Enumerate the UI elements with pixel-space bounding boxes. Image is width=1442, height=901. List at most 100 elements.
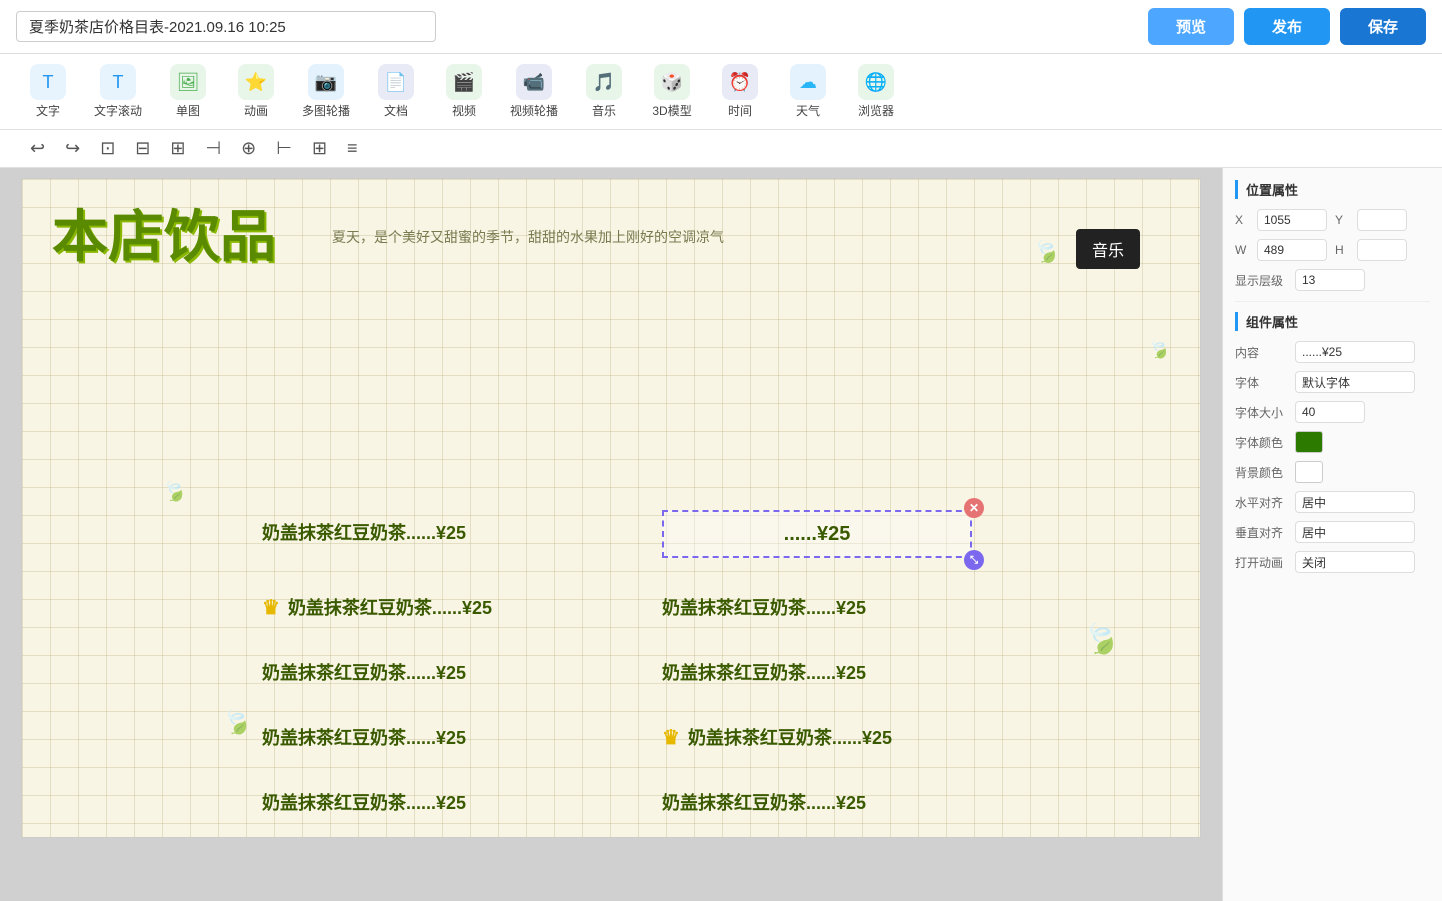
anim-input[interactable]: [1295, 551, 1415, 573]
valign-label: 垂直对齐: [1235, 524, 1295, 541]
menu-row-3: 奶盖抹茶红豆奶茶......¥25 奶盖抹茶红豆奶茶......¥25: [262, 659, 1132, 685]
tool-icon-multi-img: 📷: [308, 64, 344, 100]
resize-handle[interactable]: ⤡: [964, 550, 984, 570]
menu-item-left-5[interactable]: 奶盖抹茶红豆奶茶......¥25: [262, 789, 642, 815]
fontsize-label: 字体大小: [1235, 404, 1295, 421]
panel-divider-1: [1235, 301, 1430, 302]
canvas-title[interactable]: 本店饮品: [52, 209, 276, 265]
align-center-v-button[interactable]: ⊕: [235, 134, 262, 163]
tool-icon-text: T: [30, 64, 66, 100]
distribute-v-button[interactable]: ≡: [341, 134, 364, 163]
tool-item-browser[interactable]: 🌐 浏览器: [844, 60, 908, 123]
tool-icon-model3d: 🎲: [654, 64, 690, 100]
component-section-title: 组件属性: [1235, 312, 1430, 331]
undo-button[interactable]: ↩: [24, 134, 51, 163]
valign-row: 垂直对齐: [1235, 521, 1430, 543]
bgcolor-label: 背景颜色: [1235, 464, 1295, 481]
tool-icon-doc: 📄: [378, 64, 414, 100]
font-label: 字体: [1235, 374, 1295, 391]
position-section-title: 位置属性: [1235, 180, 1430, 199]
crown-icon-4: ♛: [662, 727, 680, 749]
tool-icon-anim: ⭐: [238, 64, 274, 100]
menu-row-2: ♛奶盖抹茶红豆奶茶......¥25 奶盖抹茶红豆奶茶......¥25: [262, 594, 1132, 620]
save-button[interactable]: 保存: [1340, 8, 1426, 45]
tool-item-text-scroll[interactable]: T 文字滚动: [84, 60, 152, 123]
tool-item-anim[interactable]: ⭐ 动画: [224, 60, 288, 123]
publish-button[interactable]: 发布: [1244, 8, 1330, 45]
tool-label-video: 视频: [452, 102, 476, 119]
content-label: 内容: [1235, 344, 1295, 361]
canvas-subtitle[interactable]: 夏天，是个美好又甜蜜的季节，甜甜的水果加上刚好的空调凉气: [332, 227, 832, 247]
toolbar: T 文字 T 文字滚动 🖼 单图 ⭐ 动画 📷 多图轮播 📄 文档 🎬 视频 📹…: [0, 54, 1442, 130]
fontcolor-swatch[interactable]: [1295, 431, 1323, 453]
align-bottom-button[interactable]: ⊞: [164, 134, 191, 163]
menu-item-left-2[interactable]: ♛奶盖抹茶红豆奶茶......¥25: [262, 594, 642, 620]
tool-item-music[interactable]: 🎵 音乐: [572, 60, 636, 123]
align-right-button[interactable]: ⊢: [270, 134, 298, 163]
tool-item-text[interactable]: T 文字: [16, 60, 80, 123]
canvas-container[interactable]: 本店饮品 夏天，是个美好又甜蜜的季节，甜甜的水果加上刚好的空调凉气 音乐 🍃 🍃…: [0, 168, 1222, 901]
x-input[interactable]: [1257, 209, 1327, 231]
layer-input[interactable]: [1295, 269, 1365, 291]
menu-item-left-1[interactable]: 奶盖抹茶红豆奶茶......¥25: [262, 519, 642, 545]
fontsize-input[interactable]: [1295, 401, 1365, 423]
crown-icon-2: ♛: [262, 597, 280, 619]
tool-item-model3d[interactable]: 🎲 3D模型: [640, 60, 704, 123]
redo-button[interactable]: ↪: [59, 134, 86, 163]
distribute-h-button[interactable]: ⊞: [306, 134, 333, 163]
tool-item-single-img[interactable]: 🖼 单图: [156, 60, 220, 123]
halign-row: 水平对齐: [1235, 491, 1430, 513]
align-left-button[interactable]: ⊣: [199, 134, 227, 163]
tool-icon-browser: 🌐: [858, 64, 894, 100]
tool-item-doc[interactable]: 📄 文档: [364, 60, 428, 123]
layer-label: 显示层级: [1235, 272, 1295, 289]
tool-label-weather: 天气: [796, 102, 820, 119]
tool-icon-text-scroll: T: [100, 64, 136, 100]
tool-item-multi-img[interactable]: 📷 多图轮播: [292, 60, 360, 123]
font-input[interactable]: [1295, 371, 1415, 393]
h-label: H: [1335, 243, 1349, 257]
align-center-h-button[interactable]: ⊟: [129, 134, 156, 163]
selected-box[interactable]: ✕ ......¥25 ⤡: [662, 510, 972, 558]
tool-item-weather[interactable]: ☁ 天气: [776, 60, 840, 123]
tool-label-multi-img: 多图轮播: [302, 102, 350, 119]
fontcolor-row: 字体颜色: [1235, 431, 1430, 453]
x-label: X: [1235, 213, 1249, 227]
music-badge[interactable]: 音乐: [1076, 229, 1140, 269]
valign-input[interactable]: [1295, 521, 1415, 543]
menu-item-left-4[interactable]: 奶盖抹茶红豆奶茶......¥25: [262, 724, 642, 750]
tool-label-text-scroll: 文字滚动: [94, 102, 142, 119]
tool-label-text: 文字: [36, 102, 60, 119]
tool-label-doc: 文档: [384, 102, 408, 119]
menu-item-right-5[interactable]: 奶盖抹茶红豆奶茶......¥25: [642, 789, 1132, 815]
menu-item-left-3[interactable]: 奶盖抹茶红豆奶茶......¥25: [262, 659, 642, 685]
w-input[interactable]: [1257, 239, 1327, 261]
tool-item-video[interactable]: 🎬 视频: [432, 60, 496, 123]
bgcolor-row: 背景颜色: [1235, 461, 1430, 483]
tool-item-carousel[interactable]: 📹 视频轮播: [500, 60, 568, 123]
tool-label-anim: 动画: [244, 102, 268, 119]
h-input[interactable]: [1357, 239, 1407, 261]
menu-item-right-2[interactable]: 奶盖抹茶红豆奶茶......¥25: [642, 594, 1132, 620]
title-input[interactable]: [16, 11, 436, 42]
menu-row-5: 奶盖抹茶红豆奶茶......¥25 奶盖抹茶红豆奶茶......¥25: [262, 789, 1132, 815]
tool-label-time: 时间: [728, 102, 752, 119]
y-input[interactable]: [1357, 209, 1407, 231]
bgcolor-swatch[interactable]: [1295, 461, 1323, 483]
preview-button[interactable]: 预览: [1148, 8, 1234, 45]
tool-icon-carousel: 📹: [516, 64, 552, 100]
canvas[interactable]: 本店饮品 夏天，是个美好又甜蜜的季节，甜甜的水果加上刚好的空调凉气 音乐 🍃 🍃…: [21, 178, 1201, 838]
align-left-top-button[interactable]: ⊡: [94, 134, 121, 163]
tool-label-model3d: 3D模型: [652, 102, 691, 119]
menu-item-right-4[interactable]: ♛奶盖抹茶红豆奶茶......¥25: [642, 724, 1132, 750]
tool-icon-single-img: 🖼: [170, 64, 206, 100]
tool-item-time[interactable]: ⏰ 时间: [708, 60, 772, 123]
selected-content: ......¥25: [784, 523, 851, 546]
menu-item-right-3[interactable]: 奶盖抹茶红豆奶茶......¥25: [642, 659, 1132, 685]
close-handle[interactable]: ✕: [964, 498, 984, 518]
fontsize-row: 字体大小: [1235, 401, 1430, 423]
tool-label-music: 音乐: [592, 102, 616, 119]
content-input[interactable]: [1295, 341, 1415, 363]
halign-label: 水平对齐: [1235, 494, 1295, 511]
halign-input[interactable]: [1295, 491, 1415, 513]
